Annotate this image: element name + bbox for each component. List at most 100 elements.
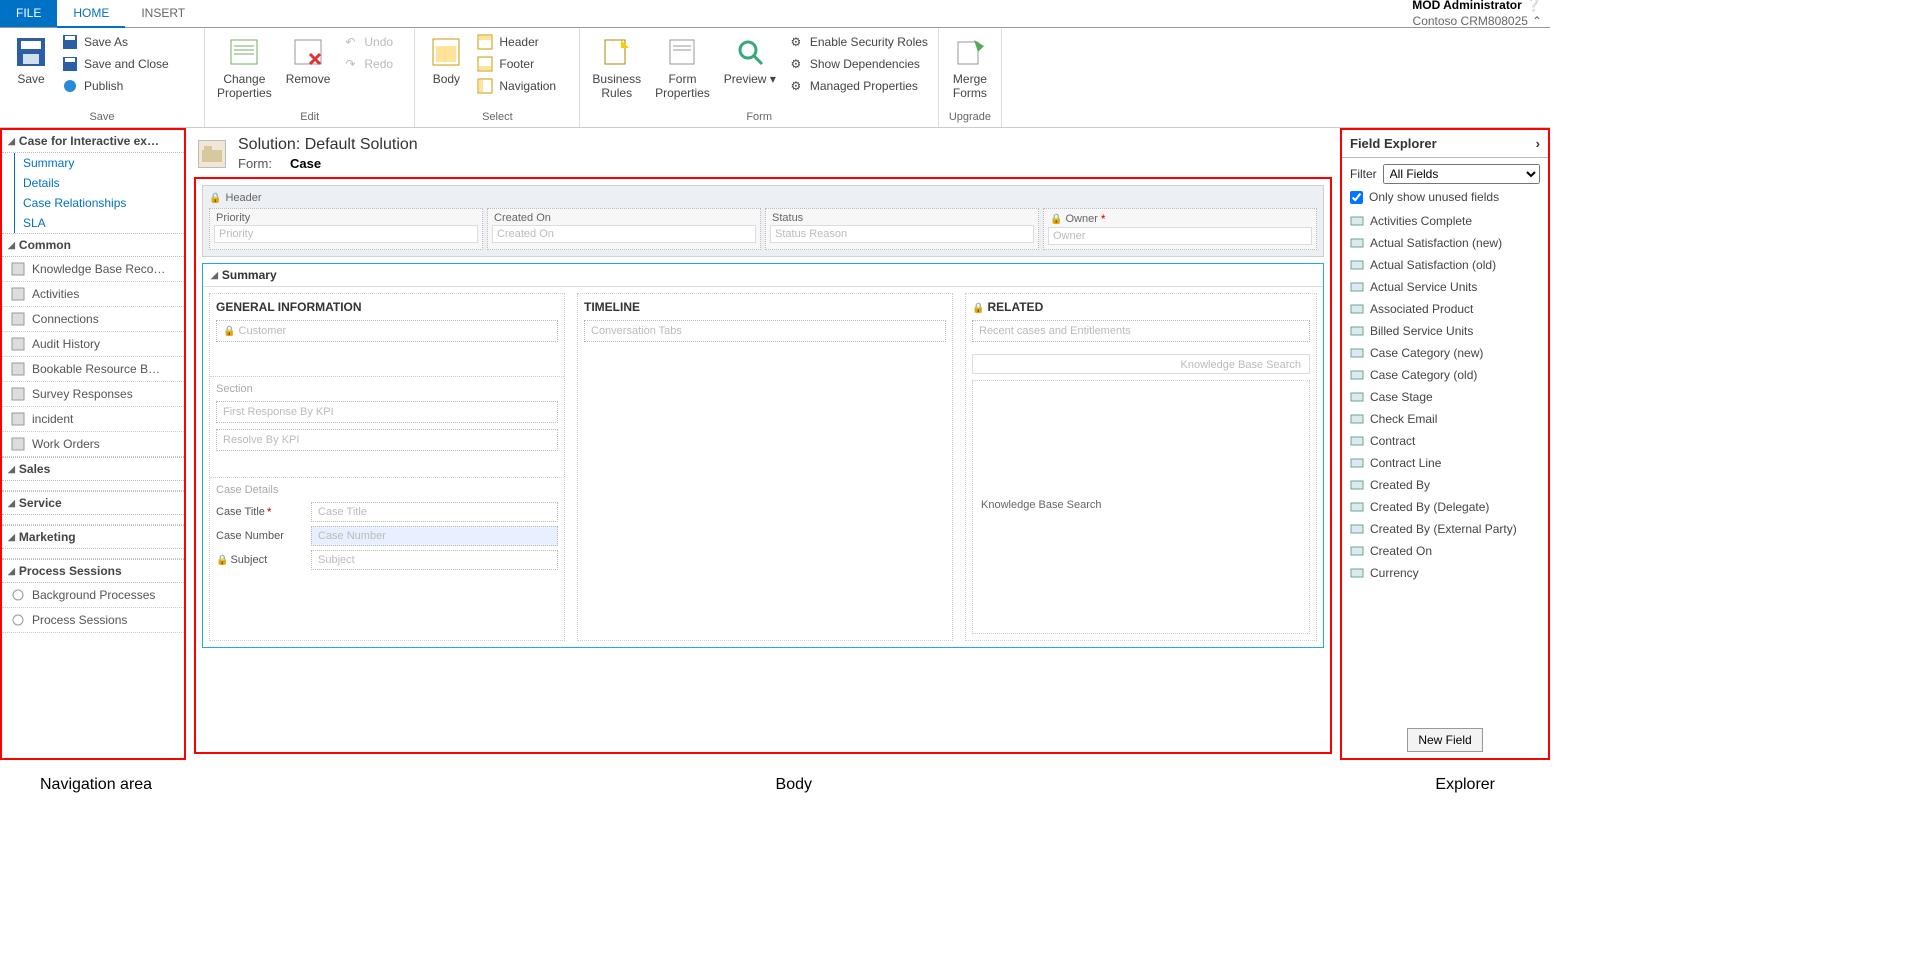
- org-name[interactable]: Contoso CRM808025⌃: [1412, 14, 1542, 30]
- nav-common-item[interactable]: Bookable Resource B…: [2, 357, 184, 382]
- enable-security-button[interactable]: ⚙Enable Security Roles: [784, 32, 932, 52]
- nav-common-item[interactable]: incident: [2, 407, 184, 432]
- case-title-field[interactable]: Case Title: [311, 502, 558, 522]
- field-item[interactable]: Associated Product: [1342, 298, 1548, 320]
- header-field[interactable]: Created OnCreated On: [487, 208, 761, 250]
- field-item[interactable]: Case Stage: [1342, 386, 1548, 408]
- show-dependencies-button[interactable]: ⚙Show Dependencies: [784, 54, 932, 74]
- chevron-right-icon[interactable]: ›: [1536, 136, 1540, 151]
- new-field-button[interactable]: New Field: [1407, 728, 1482, 752]
- lock-icon: 🔒: [1050, 214, 1062, 225]
- nav-entity-tab[interactable]: Case Relationships: [15, 193, 184, 213]
- field-item[interactable]: Actual Satisfaction (old): [1342, 254, 1548, 276]
- nav-process-item[interactable]: Background Processes: [2, 583, 184, 608]
- nav-common-item[interactable]: Audit History: [2, 332, 184, 357]
- tab-file[interactable]: FILE: [0, 0, 57, 27]
- nav-entity-tab[interactable]: Details: [15, 173, 184, 193]
- chevron-down-icon: ▾: [770, 72, 776, 86]
- nav-common[interactable]: ◢Common: [2, 233, 184, 257]
- form-header-block[interactable]: 🔒Header PriorityPriorityCreated OnCreate…: [202, 185, 1324, 257]
- process-icon: [10, 587, 26, 603]
- timeline-section[interactable]: TIMELINE Conversation Tabs: [577, 293, 953, 641]
- nav-service[interactable]: ◢Service: [2, 491, 184, 515]
- nav-common-item[interactable]: Work Orders: [2, 432, 184, 457]
- field-item[interactable]: Created By: [1342, 474, 1548, 496]
- nav-common-item[interactable]: Knowledge Base Reco…: [2, 257, 184, 282]
- field-item[interactable]: Created By (External Party): [1342, 518, 1548, 540]
- lock-icon: 🔒: [223, 326, 235, 337]
- lock-icon: 🔒: [209, 193, 221, 204]
- conversation-tabs-field[interactable]: Conversation Tabs: [584, 320, 946, 342]
- customer-field[interactable]: 🔒 Customer: [216, 320, 558, 342]
- nav-common-item[interactable]: Survey Responses: [2, 382, 184, 407]
- header-field[interactable]: StatusStatus Reason: [765, 208, 1039, 250]
- field-icon: [1350, 236, 1364, 250]
- nav-process[interactable]: ◢Process Sessions: [2, 559, 184, 583]
- user-name: MOD Administrator: [1412, 0, 1522, 12]
- save-and-close-button[interactable]: Save and Close: [58, 54, 198, 74]
- remove-icon: [292, 36, 324, 68]
- field-icon: [1350, 412, 1364, 426]
- field-item[interactable]: Currency: [1342, 562, 1548, 584]
- body-button[interactable]: Body: [421, 32, 471, 90]
- form-properties-button[interactable]: Form Properties: [649, 32, 716, 104]
- field-item[interactable]: Case Category (old): [1342, 364, 1548, 386]
- field-item[interactable]: Billed Service Units: [1342, 320, 1548, 342]
- nav-common-item[interactable]: Activities: [2, 282, 184, 307]
- nav-marketing[interactable]: ◢Marketing: [2, 525, 184, 549]
- general-info-section[interactable]: GENERAL INFORMATION 🔒 Customer Section F…: [209, 293, 565, 641]
- field-item[interactable]: Contract: [1342, 430, 1548, 452]
- field-item[interactable]: Check Email: [1342, 408, 1548, 430]
- filter-label: Filter: [1350, 167, 1377, 181]
- field-item[interactable]: Created By (Delegate): [1342, 496, 1548, 518]
- related-section[interactable]: 🔒RELATED Recent cases and Entitlements K…: [965, 293, 1317, 641]
- ribbon-group-edit: Edit: [209, 109, 410, 127]
- filter-select[interactable]: All Fields: [1383, 164, 1540, 184]
- entity-icon: [10, 411, 26, 427]
- remove-button[interactable]: Remove: [280, 32, 337, 90]
- field-item[interactable]: Created On: [1342, 540, 1548, 562]
- business-rules-button[interactable]: Business Rules: [586, 32, 647, 104]
- only-unused-checkbox[interactable]: [1350, 191, 1363, 204]
- kb-search-field[interactable]: Knowledge Base Search: [972, 354, 1310, 374]
- field-item[interactable]: Actual Service Units: [1342, 276, 1548, 298]
- annotation-explorer: Explorer: [1435, 776, 1550, 794]
- save-button[interactable]: Save: [6, 32, 56, 90]
- nav-entity-title[interactable]: ◢Case for Interactive ex…: [2, 130, 184, 153]
- field-icon: [1350, 478, 1364, 492]
- summary-tab[interactable]: ◢Summary GENERAL INFORMATION 🔒 Customer …: [202, 263, 1324, 648]
- field-item[interactable]: Case Category (new): [1342, 342, 1548, 364]
- kpi1-field[interactable]: First Response By KPI: [216, 401, 558, 423]
- save-as-button[interactable]: Save As: [58, 32, 198, 52]
- help-icon[interactable]: ❔: [1526, 0, 1542, 12]
- navigation-button[interactable]: Navigation: [473, 76, 573, 96]
- tab-insert[interactable]: INSERT: [125, 0, 201, 27]
- header-field[interactable]: 🔒Owner*Owner: [1043, 208, 1317, 250]
- recent-cases-field[interactable]: Recent cases and Entitlements: [972, 320, 1310, 342]
- nav-common-item[interactable]: Connections: [2, 307, 184, 332]
- header-button[interactable]: Header: [473, 32, 573, 52]
- field-icon: [1350, 324, 1364, 338]
- nav-sales[interactable]: ◢Sales: [2, 457, 184, 481]
- preview-button[interactable]: Preview ▾: [718, 32, 782, 90]
- section-title-related: 🔒RELATED: [966, 294, 1316, 320]
- header-field[interactable]: PriorityPriority: [209, 208, 483, 250]
- nav-entity-tab[interactable]: Summary: [15, 153, 184, 173]
- field-item[interactable]: Actual Satisfaction (new): [1342, 232, 1548, 254]
- change-properties-button[interactable]: Change Properties: [211, 32, 278, 104]
- solution-title: Solution: Default Solution: [238, 136, 418, 154]
- field-item[interactable]: Contract Line: [1342, 452, 1548, 474]
- nav-entity-tab[interactable]: SLA: [15, 213, 184, 233]
- annotation-body: Body: [152, 776, 1435, 794]
- subject-field[interactable]: Subject: [311, 550, 558, 570]
- kpi2-field[interactable]: Resolve By KPI: [216, 429, 558, 451]
- field-item[interactable]: Activities Complete: [1342, 210, 1548, 232]
- footer-button[interactable]: Footer: [473, 54, 573, 74]
- tab-home[interactable]: HOME: [57, 0, 125, 28]
- publish-button[interactable]: Publish: [58, 76, 198, 96]
- case-number-field[interactable]: Case Number: [311, 526, 558, 546]
- entity-icon: [10, 361, 26, 377]
- merge-forms-button[interactable]: Merge Forms: [945, 32, 995, 104]
- nav-process-item[interactable]: Process Sessions: [2, 608, 184, 633]
- managed-properties-button[interactable]: ⚙Managed Properties: [784, 76, 932, 96]
